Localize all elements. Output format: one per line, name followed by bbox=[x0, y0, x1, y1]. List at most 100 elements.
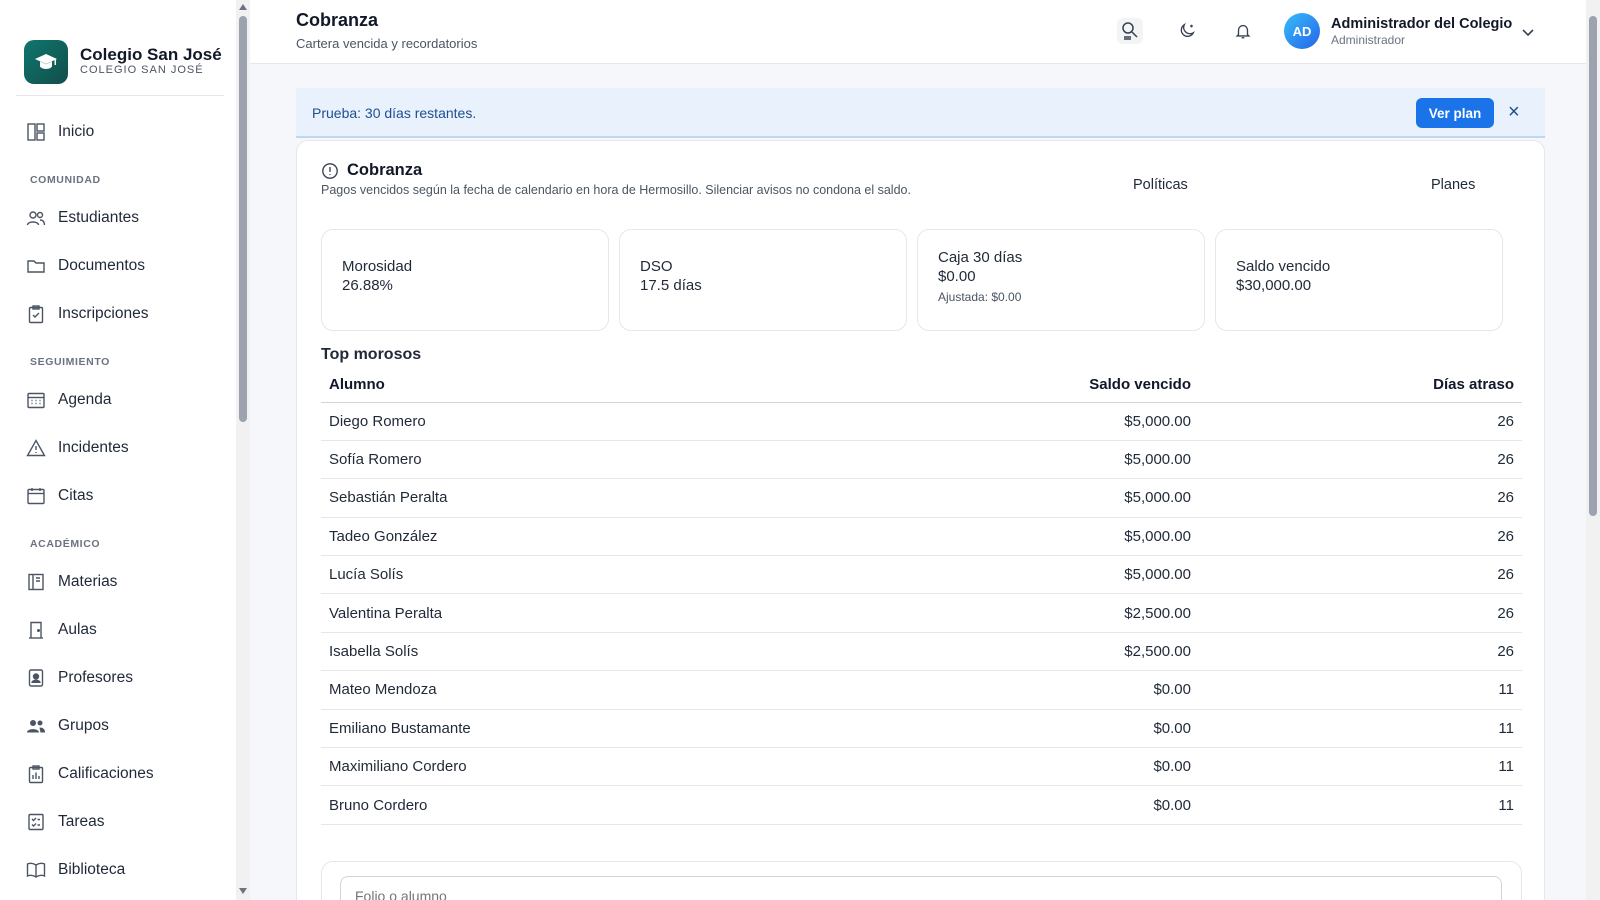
policies-link[interactable]: Políticas bbox=[1133, 177, 1188, 193]
column-header[interactable]: Saldo vencido bbox=[1021, 368, 1199, 403]
folder-icon bbox=[27, 260, 45, 273]
sidebar-item-label: Incidentes bbox=[58, 439, 129, 456]
sidebar-item-tareas[interactable]: Tareas bbox=[0, 798, 240, 846]
kpi-note: Ajustada: $0.00 bbox=[938, 290, 1022, 304]
sidebar-item-label: Estudiantes bbox=[58, 209, 139, 226]
trial-banner: Prueba: 30 días restantes. Ver plan × bbox=[296, 88, 1545, 138]
sidebar-item-label: Materias bbox=[58, 573, 118, 590]
calendar-icon bbox=[27, 488, 45, 505]
table-row[interactable]: Tadeo González $5,000.00 26 bbox=[321, 517, 1522, 557]
table-row[interactable]: Emiliano Bustamante $0.00 11 bbox=[321, 709, 1522, 749]
section-academico: ACADÉMICO bbox=[30, 538, 101, 550]
overdue-balance-cell: $0.00 bbox=[1021, 709, 1199, 749]
close-icon[interactable]: × bbox=[1508, 102, 1520, 122]
open-book-icon bbox=[26, 862, 46, 878]
sidebar-item-calificaciones[interactable]: Calificaciones bbox=[0, 750, 240, 798]
kpi-value: 26.88% bbox=[342, 277, 393, 294]
card-subtitle: Pagos vencidos según la fecha de calenda… bbox=[321, 183, 911, 197]
sidebar-item-label: Biblioteca bbox=[58, 861, 126, 878]
view-plan-button[interactable]: Ver plan bbox=[1416, 98, 1494, 128]
search-keyboard-button[interactable] bbox=[1117, 18, 1143, 44]
user-role: Administrador bbox=[1331, 33, 1406, 47]
overdue-balance-cell: $5,000.00 bbox=[1021, 440, 1199, 480]
sidebar-item-profesores[interactable]: Profesores bbox=[0, 654, 240, 702]
brand-title: Colegio San José bbox=[80, 45, 222, 64]
sidebar-item-citas[interactable]: Citas bbox=[0, 472, 240, 520]
search-icon bbox=[1122, 22, 1138, 40]
user-name[interactable]: Administrador del Colegio bbox=[1331, 16, 1512, 32]
sidebar-item-agenda[interactable]: Agenda bbox=[0, 376, 240, 424]
days-late-cell: 26 bbox=[1199, 440, 1522, 480]
sidebar-item-aulas[interactable]: Aulas bbox=[0, 606, 240, 654]
main-scrollbar-thumb[interactable] bbox=[1589, 16, 1597, 516]
notifications-button[interactable] bbox=[1230, 18, 1256, 44]
top-debtors-table: Alumno Saldo vencido Días atraso Diego R… bbox=[321, 368, 1522, 825]
student-name-cell: Sofía Romero bbox=[321, 440, 1021, 480]
days-late-cell: 11 bbox=[1199, 670, 1522, 710]
sidebar-item-grupos[interactable]: Grupos bbox=[0, 702, 240, 750]
kpi-label: DSO bbox=[640, 258, 673, 275]
sidebar-scrollbar[interactable] bbox=[236, 0, 250, 900]
days-late-cell: 26 bbox=[1199, 478, 1522, 518]
table-row[interactable]: Sofía Romero $5,000.00 26 bbox=[321, 440, 1522, 480]
table-row[interactable]: Valentina Peralta $2,500.00 26 bbox=[321, 593, 1522, 633]
checklist-icon bbox=[28, 813, 44, 831]
moon-icon bbox=[1180, 22, 1195, 37]
search-input[interactable] bbox=[340, 876, 1502, 900]
scroll-up-arrow-icon[interactable] bbox=[239, 4, 247, 10]
table-row[interactable]: Lucía Solís $5,000.00 26 bbox=[321, 555, 1522, 595]
sidebar-item-documentos[interactable]: Documentos bbox=[0, 242, 240, 290]
sidebar-item-inicio[interactable]: Inicio bbox=[0, 108, 240, 156]
overdue-balance-cell: $2,500.00 bbox=[1021, 632, 1199, 672]
plans-link[interactable]: Planes bbox=[1431, 177, 1475, 193]
book-icon bbox=[28, 573, 44, 591]
id-badge-icon bbox=[28, 669, 44, 687]
sidebar-item-incidentes[interactable]: Incidentes bbox=[0, 424, 240, 472]
main-scrollbar[interactable] bbox=[1586, 0, 1600, 900]
top-header: Cobranza Cartera vencida y recordatorios… bbox=[250, 0, 1586, 64]
page-title: Cobranza bbox=[296, 10, 379, 30]
kpi-label: Morosidad bbox=[342, 258, 413, 275]
student-name-cell: Isabella Solís bbox=[321, 632, 1021, 672]
table-row[interactable]: Diego Romero $5,000.00 26 bbox=[321, 402, 1522, 441]
sidebar-item-estudiantes[interactable]: Estudiantes bbox=[0, 194, 240, 242]
theme-toggle-button[interactable] bbox=[1174, 18, 1200, 44]
avatar[interactable]: AD bbox=[1284, 13, 1320, 49]
table-header-row: Alumno Saldo vencido Días atraso bbox=[321, 368, 1522, 403]
sidebar-item-inscripciones[interactable]: Inscripciones bbox=[0, 290, 240, 338]
card-title: Cobranza bbox=[347, 161, 423, 179]
table-row[interactable]: Isabella Solís $2,500.00 26 bbox=[321, 632, 1522, 672]
table-row[interactable]: Mateo Mendoza $0.00 11 bbox=[321, 670, 1522, 710]
sidebar-item-label: Calificaciones bbox=[58, 765, 154, 782]
column-header[interactable]: Días atraso bbox=[1199, 368, 1522, 403]
student-name-cell: Tadeo González bbox=[321, 517, 1021, 557]
brand[interactable]: Colegio San José COLEGIO SAN JOSÉ bbox=[16, 0, 224, 96]
student-name-cell: Emiliano Bustamante bbox=[321, 709, 1021, 749]
alert-circle-icon bbox=[322, 162, 338, 179]
days-late-cell: 11 bbox=[1199, 785, 1522, 825]
sidebar-item-label: Documentos bbox=[58, 257, 146, 274]
sidebar-item-materias[interactable]: Materias bbox=[0, 558, 240, 606]
sidebar-item-label: Profesores bbox=[58, 669, 133, 686]
search-card bbox=[321, 861, 1522, 900]
sidebar-item-label: Aulas bbox=[58, 621, 97, 638]
table-row[interactable]: Sebastián Peralta $5,000.00 26 bbox=[321, 478, 1522, 518]
table-row[interactable]: Bruno Cordero $0.00 11 bbox=[321, 785, 1522, 825]
column-header[interactable]: Alumno bbox=[321, 368, 1021, 403]
user-menu-toggle[interactable] bbox=[1520, 24, 1536, 45]
days-late-cell: 26 bbox=[1199, 593, 1522, 633]
table-body: Diego Romero $5,000.00 26 Sofía Romero $5,00… bbox=[321, 402, 1522, 825]
overdue-balance-cell: $0.00 bbox=[1021, 670, 1199, 710]
users-icon bbox=[26, 211, 46, 226]
layout-icon bbox=[27, 123, 45, 141]
collections-card: Cobranza Pagos vencidos según la fecha d… bbox=[296, 140, 1545, 900]
sidebar-item-biblioteca[interactable]: Biblioteca bbox=[0, 846, 240, 894]
sidebar: Colegio San José COLEGIO SAN JOSÉ Inicio… bbox=[0, 0, 240, 900]
days-late-cell: 11 bbox=[1199, 747, 1522, 787]
scroll-down-arrow-icon[interactable] bbox=[239, 888, 247, 894]
table-row[interactable]: Maximiliano Cordero $0.00 11 bbox=[321, 747, 1522, 787]
kpi-caja-30: Caja 30 días $0.00 Ajustada: $0.00 bbox=[917, 229, 1205, 331]
kpi-label: Saldo vencido bbox=[1236, 258, 1331, 275]
sidebar-scrollbar-thumb[interactable] bbox=[239, 16, 247, 422]
overdue-balance-cell: $2,500.00 bbox=[1021, 593, 1199, 633]
